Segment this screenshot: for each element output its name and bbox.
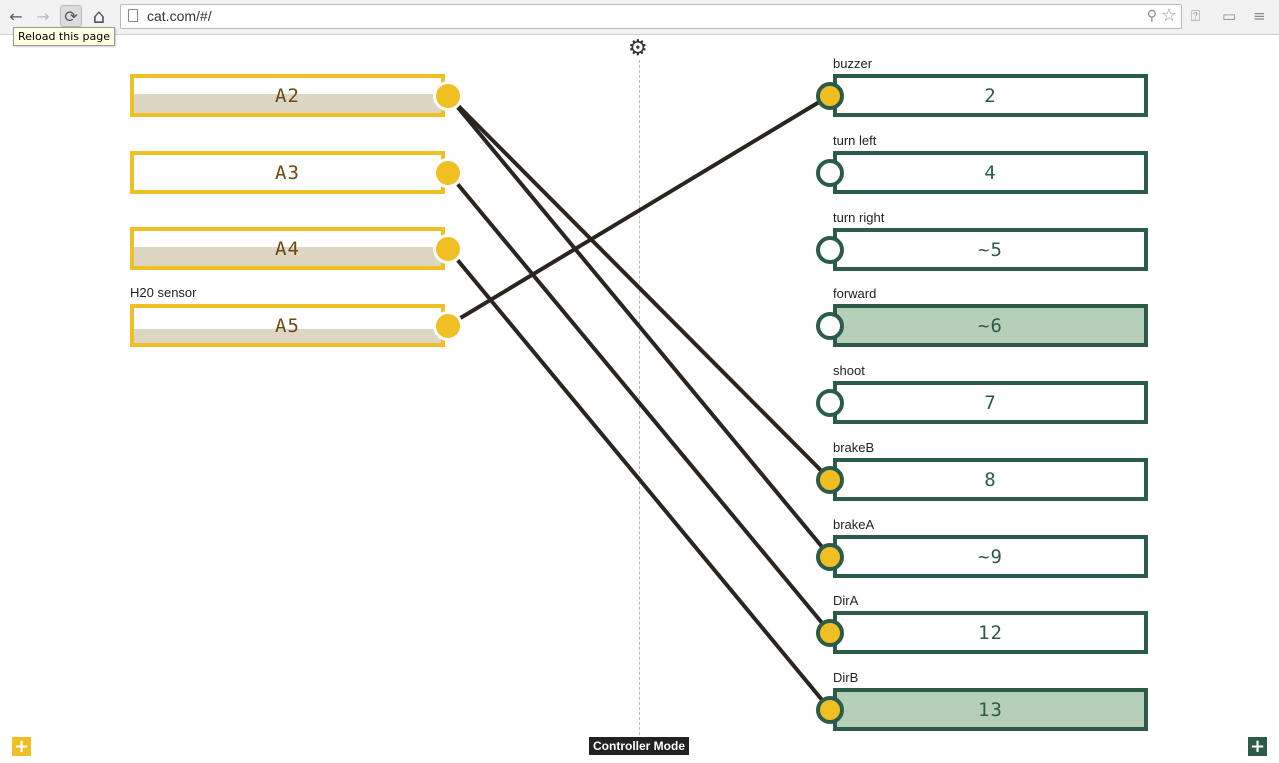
- reload-tooltip: Reload this page: [13, 27, 115, 46]
- center-divider: [639, 60, 640, 740]
- output-connector-dot[interactable]: [816, 158, 844, 187]
- home-icon[interactable]: ⌂: [88, 4, 110, 28]
- search-icon[interactable]: ⚲: [1147, 8, 1157, 24]
- output-pin-name: brakeA: [833, 517, 875, 532]
- output-pin-name: turn right: [833, 210, 885, 225]
- output-pin-name: forward: [833, 286, 877, 301]
- output-pin-pwm-5[interactable]: ~5: [833, 228, 1148, 271]
- output-connector-dot[interactable]: [816, 235, 844, 264]
- browser-toolbar: ← → ⟳ ⌂ cat.com/#/ ⚲ ☆ ⍰ ▭ ≡: [0, 0, 1279, 35]
- output-pin-name: shoot: [833, 363, 865, 378]
- output-connector-dot[interactable]: [816, 311, 844, 340]
- output-pin-label: ~6: [978, 314, 1003, 337]
- output-pin-label: 8: [984, 468, 997, 491]
- menu-icon[interactable]: ≡: [1253, 7, 1266, 25]
- input-pin-a3[interactable]: A3: [130, 151, 445, 194]
- output-pin-name: DirB: [833, 670, 859, 685]
- input-connector-dot[interactable]: [433, 80, 463, 111]
- url-text[interactable]: cat.com/#/: [147, 8, 212, 24]
- input-pin-a4[interactable]: A4: [130, 227, 445, 270]
- output-connector-dot[interactable]: [816, 618, 844, 647]
- reload-icon[interactable]: ⟳: [60, 5, 82, 27]
- input-pin-name: H20 sensor: [130, 285, 197, 300]
- mode-label[interactable]: Controller Mode: [589, 737, 689, 755]
- output-pin-13[interactable]: 13: [833, 688, 1148, 731]
- output-pin-2[interactable]: 2: [833, 74, 1148, 117]
- output-pin-12[interactable]: 12: [833, 611, 1148, 654]
- output-connector-dot[interactable]: [816, 695, 844, 724]
- extension-icon[interactable]: ⍰: [1191, 7, 1200, 25]
- input-connector-dot[interactable]: [433, 310, 463, 341]
- output-connector-dot[interactable]: [816, 81, 844, 110]
- output-pin-7[interactable]: 7: [833, 381, 1148, 424]
- output-pin-name: DirA: [833, 593, 859, 608]
- back-icon[interactable]: ←: [5, 5, 27, 27]
- forward-icon[interactable]: →: [32, 5, 54, 27]
- input-pin-a5[interactable]: A5: [130, 304, 445, 347]
- output-pin-label: 12: [978, 621, 1003, 644]
- input-pin-label: A2: [275, 84, 300, 107]
- input-pin-a2[interactable]: A2: [130, 74, 445, 117]
- output-pin-label: 4: [984, 161, 997, 184]
- output-pin-4[interactable]: 4: [833, 151, 1148, 194]
- add-input-button[interactable]: +: [12, 737, 31, 756]
- output-pin-name: brakeB: [833, 440, 875, 455]
- output-connector-dot[interactable]: [816, 542, 844, 571]
- output-pin-name: turn left: [833, 133, 877, 148]
- input-pin-label: A3: [275, 161, 300, 184]
- output-pin-name: buzzer: [833, 56, 873, 71]
- output-pin-pwm-9[interactable]: ~9: [833, 535, 1148, 578]
- output-pin-pwm-6[interactable]: ~6: [833, 304, 1148, 347]
- output-pin-label: ~9: [978, 545, 1003, 568]
- add-output-button[interactable]: +: [1248, 737, 1267, 756]
- output-pin-8[interactable]: 8: [833, 458, 1148, 501]
- input-pin-label: A4: [275, 237, 300, 260]
- output-pin-label: 13: [978, 698, 1003, 721]
- output-connector-dot[interactable]: [816, 465, 844, 494]
- output-pin-label: 7: [984, 391, 997, 414]
- input-connector-dot[interactable]: [433, 233, 463, 264]
- bookmark-star-icon[interactable]: ☆: [1161, 5, 1177, 26]
- address-bar[interactable]: cat.com/#/ ⚲ ☆: [120, 4, 1182, 29]
- input-pin-label: A5: [275, 314, 300, 337]
- output-pin-label: ~5: [978, 238, 1003, 261]
- gear-icon[interactable]: ⚙: [628, 38, 648, 60]
- output-pin-label: 2: [984, 84, 997, 107]
- input-connector-dot[interactable]: [433, 157, 463, 188]
- page-icon: [128, 9, 138, 22]
- output-connector-dot[interactable]: [816, 388, 844, 417]
- cast-icon[interactable]: ▭: [1222, 7, 1236, 25]
